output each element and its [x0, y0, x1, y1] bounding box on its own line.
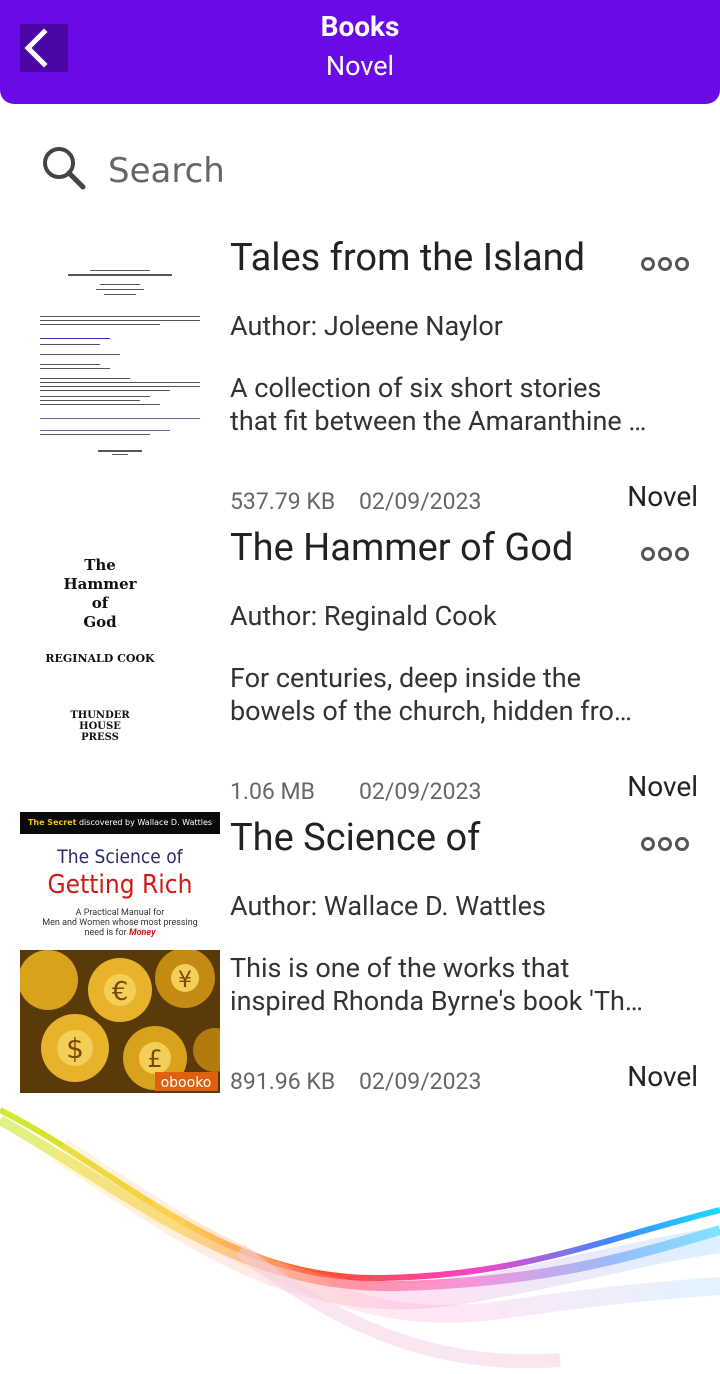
book-author: Author: Wallace D. Wattles — [230, 890, 546, 922]
book-title: The Science of — [230, 816, 481, 860]
book-meta: 1.06 MB 02/09/2023 — [230, 778, 481, 805]
rainbow-swirl-background — [0, 1107, 720, 1369]
search-icon — [43, 147, 86, 190]
more-options-icon[interactable] — [640, 544, 690, 564]
search-input[interactable] — [106, 146, 650, 196]
file-size: 537.79 KB — [230, 488, 336, 515]
gears-image: € $ £ ¥ obooko — [20, 950, 220, 1093]
book-author: Author: Joleene Naylor — [230, 310, 503, 342]
book-category: Novel — [627, 1060, 698, 1093]
book-list-item[interactable]: The Secret discovered by Wallace D. Watt… — [0, 812, 720, 1102]
book-title: The Hammer of God — [230, 526, 574, 570]
svg-text:obooko: obooko — [161, 1075, 212, 1091]
page-title: Books — [320, 10, 400, 43]
book-category: Novel — [627, 770, 698, 803]
file-date: 02/09/2023 — [359, 488, 482, 515]
book-list-item[interactable]: Tales from the Island Author: Joleene Na… — [0, 232, 720, 522]
book-meta: 537.79 KB 02/09/2023 — [230, 488, 481, 515]
file-size: 1.06 MB — [230, 778, 315, 805]
book-description: This is one of the works that inspired R… — [230, 952, 643, 1017]
app-header: Books Novel — [0, 0, 720, 104]
book-cover: The Hammer of God REGINALD COOK THUNDER … — [20, 522, 220, 802]
svg-text:$: $ — [66, 1032, 84, 1065]
search-bar[interactable] — [40, 140, 680, 200]
more-options-icon[interactable] — [640, 254, 690, 274]
book-author: Author: Reginald Cook — [230, 600, 497, 632]
svg-text:€: € — [112, 977, 129, 1007]
book-cover: The Secret discovered by Wallace D. Watt… — [20, 812, 220, 1093]
svg-text:¥: ¥ — [178, 968, 192, 993]
book-title: Tales from the Island — [230, 236, 586, 280]
book-list-item[interactable]: The Hammer of God REGINALD COOK THUNDER … — [0, 522, 720, 812]
book-category: Novel — [627, 480, 698, 513]
page-subtitle: Novel — [325, 50, 395, 82]
book-cover — [20, 232, 220, 512]
book-description: For centuries, deep inside the bowels of… — [230, 662, 632, 727]
more-options-icon[interactable] — [640, 834, 690, 854]
book-description: A collection of six short stories that f… — [230, 372, 647, 437]
file-date: 02/09/2023 — [359, 778, 482, 805]
svg-text:£: £ — [147, 1045, 162, 1073]
